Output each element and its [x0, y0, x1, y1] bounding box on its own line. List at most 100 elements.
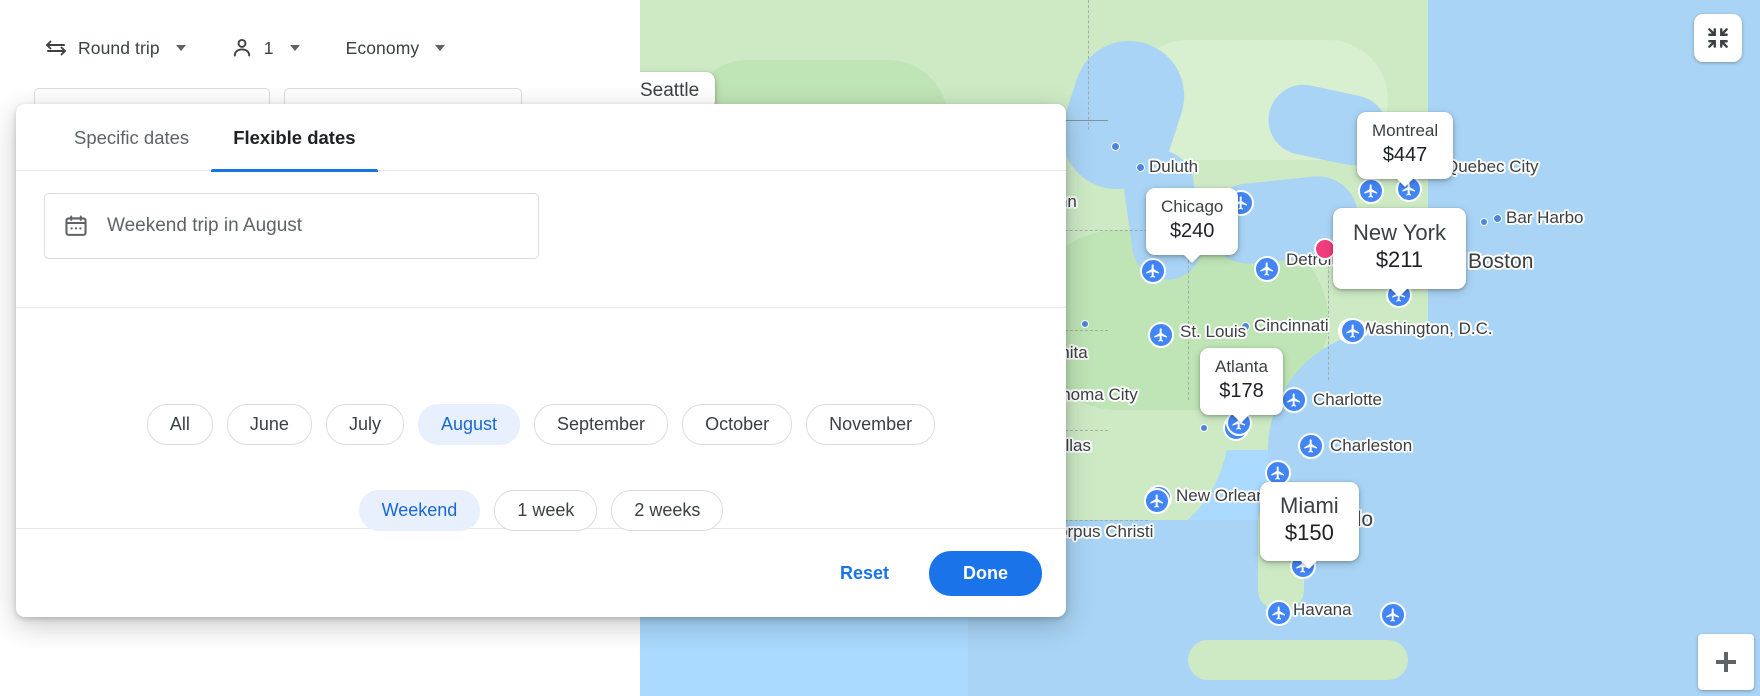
corpus-christi-text: orpus Christi [1058, 522, 1154, 541]
duration-chip-2-weeks[interactable]: 2 weeks [611, 490, 724, 531]
chip-label: Weekend [381, 500, 458, 520]
collapse-map-icon [1708, 28, 1728, 48]
quebec-city-text: Quebec City [1445, 157, 1539, 176]
dialog-tabs: Specific dates Flexible dates [16, 104, 1066, 172]
chip-label: September [557, 414, 646, 434]
duration-chip-1-week[interactable]: 1 week [494, 490, 598, 531]
poi-dot-2 [1081, 320, 1089, 328]
bubble-tail [1390, 287, 1409, 297]
st-louis-text: St. Louis [1180, 322, 1247, 341]
trip-type-selector[interactable]: Round trip [34, 28, 196, 68]
collapse-map-button[interactable] [1694, 14, 1742, 62]
bubble-tail [1300, 559, 1319, 569]
map-label-charlotte: Charlotte [1313, 390, 1382, 410]
person-icon [233, 38, 250, 57]
airport-marker-ottawa[interactable] [1358, 178, 1384, 204]
bubble-tail [1183, 253, 1202, 263]
month-chip-october[interactable]: October [682, 404, 793, 445]
price-marker-miami[interactable]: Miami $150 [1260, 482, 1359, 569]
month-chip-group: All June July August September October N… [16, 404, 1066, 445]
month-chip-july[interactable]: July [325, 404, 404, 445]
map-label-boston: Boston [1468, 250, 1533, 274]
chevron-down-icon [435, 45, 446, 51]
airport-marker-nassau[interactable] [1380, 602, 1406, 628]
airport-marker-washington[interactable] [1340, 318, 1366, 344]
map-label-bar-harbor: Bar Harbo [1493, 208, 1583, 228]
app-root: Duluth Minn Detroit Quebec City Bar Harb… [0, 0, 1760, 696]
tab-flexible-dates[interactable]: Flexible dates [211, 104, 378, 172]
flexible-dates-dialog: Specific dates Flexible dates Weekend tr… [16, 104, 1066, 617]
map-label-duluth: Duluth [1136, 157, 1198, 177]
airport-marker-key-west[interactable] [1266, 600, 1292, 626]
flexible-date-placeholder: Weekend trip in August [107, 215, 303, 236]
havana-text: Havana [1293, 600, 1352, 619]
bubble-tail [1232, 413, 1251, 423]
airport-marker-charlotte[interactable] [1281, 387, 1307, 413]
price-marker-city: Montreal [1372, 121, 1439, 140]
price-marker-atlanta[interactable]: Atlanta $178 [1200, 348, 1283, 423]
price-marker-new-york[interactable]: New York $211 [1333, 208, 1466, 297]
seattle-text: Seattle [640, 80, 700, 101]
airport-marker-charleston[interactable] [1298, 433, 1324, 459]
cincinnati-text: Cincinnati [1254, 316, 1329, 335]
done-button[interactable]: Done [929, 550, 1042, 596]
map-label-quebec-city: Quebec City [1445, 157, 1539, 177]
boston-text: Boston [1468, 250, 1534, 273]
tab-specific-dates[interactable]: Specific dates [52, 104, 211, 171]
bar-harbor-dot [1493, 213, 1502, 223]
map-label-corpus-christi: orpus Christi [1058, 522, 1153, 542]
chip-label: August [440, 414, 497, 434]
airport-marker-gulfport[interactable] [1144, 488, 1170, 514]
airport-marker-chicago[interactable] [1140, 258, 1166, 284]
airport-marker-detroit[interactable] [1254, 256, 1280, 282]
price-marker-price: $240 [1169, 219, 1215, 242]
price-marker-price: $447 [1382, 143, 1428, 166]
chip-label: 2 weeks [634, 500, 701, 520]
price-marker-city: Chicago [1161, 197, 1224, 216]
map-label-havana: Havana [1293, 600, 1352, 620]
poi-dot-1 [1111, 142, 1120, 151]
duration-chip-group: Weekend 1 week 2 weeks [16, 490, 1066, 531]
flexible-date-input[interactable]: Weekend trip in August [44, 193, 539, 259]
chip-label: November [829, 414, 913, 434]
price-marker-city: Miami [1280, 493, 1339, 518]
cabin-class-selector[interactable]: Economy [336, 30, 456, 67]
washington-dc-text: Washington, D.C. [1360, 319, 1493, 338]
tab-flexible-dates-label: Flexible dates [233, 126, 356, 148]
chevron-down-icon [289, 45, 300, 51]
zoom-in-button[interactable] [1698, 634, 1754, 690]
plus-icon [1716, 652, 1736, 672]
price-marker-chicago[interactable]: Chicago $240 [1146, 188, 1239, 263]
reset-button[interactable]: Reset [822, 551, 907, 596]
state-border-7 [1088, 0, 1089, 130]
price-marker-city: New York [1353, 220, 1446, 245]
month-chip-june[interactable]: June [226, 404, 312, 445]
dialog-divider [16, 307, 1066, 308]
price-marker-city: Atlanta [1215, 357, 1268, 376]
charleston-text: Charleston [1330, 436, 1413, 455]
month-chip-september[interactable]: September [534, 404, 669, 445]
chip-label: July [348, 414, 381, 434]
map-label-cincinnati: Cincinnati [1241, 316, 1329, 336]
poi-dot-3 [1200, 424, 1208, 432]
calendar-icon [65, 215, 87, 236]
bar-harbor-text: Bar Harbo [1506, 208, 1584, 227]
passengers-count-label: 1 [263, 37, 274, 58]
duluth-text: Duluth [1149, 157, 1199, 176]
duration-chip-weekend[interactable]: Weekend [358, 490, 481, 531]
price-marker-price: $178 [1219, 379, 1264, 402]
map-label-washington-dc: Washington, D.C. [1360, 319, 1493, 339]
month-chip-november[interactable]: November [806, 404, 936, 445]
month-chip-august[interactable]: August [417, 404, 520, 445]
airport-marker-st-louis[interactable] [1148, 322, 1174, 348]
swap-horizontal-icon [46, 40, 66, 56]
map-label-st-louis: St. Louis [1180, 322, 1246, 342]
charlotte-text: Charlotte [1313, 390, 1382, 409]
poi-dot-4 [1480, 218, 1488, 226]
cabin-class-label: Economy [345, 37, 420, 58]
price-marker-montreal[interactable]: Montreal $447 [1357, 112, 1454, 187]
passengers-selector[interactable]: 1 [220, 28, 310, 68]
price-marker-price: $211 [1375, 247, 1424, 273]
month-chip-all[interactable]: All [146, 404, 213, 445]
chevron-down-icon [175, 45, 186, 51]
